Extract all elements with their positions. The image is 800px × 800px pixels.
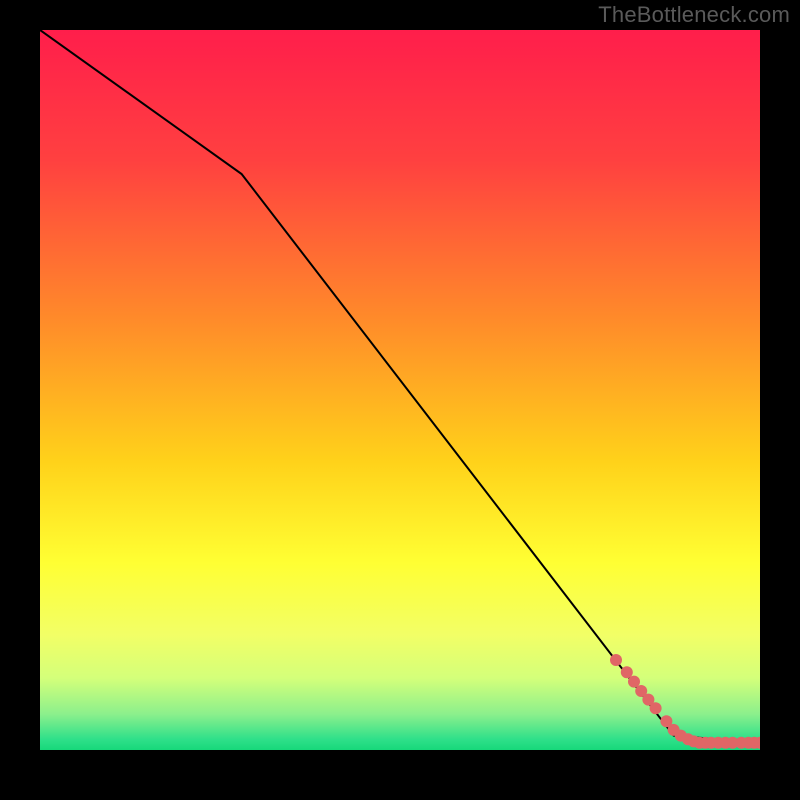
chart-stage: TheBottleneck.com — [0, 0, 800, 800]
gradient-background — [40, 30, 760, 750]
scatter-point — [650, 702, 662, 714]
watermark-text: TheBottleneck.com — [598, 2, 790, 28]
plot-area — [40, 30, 760, 750]
scatter-point — [610, 654, 622, 666]
chart-svg — [40, 30, 760, 750]
